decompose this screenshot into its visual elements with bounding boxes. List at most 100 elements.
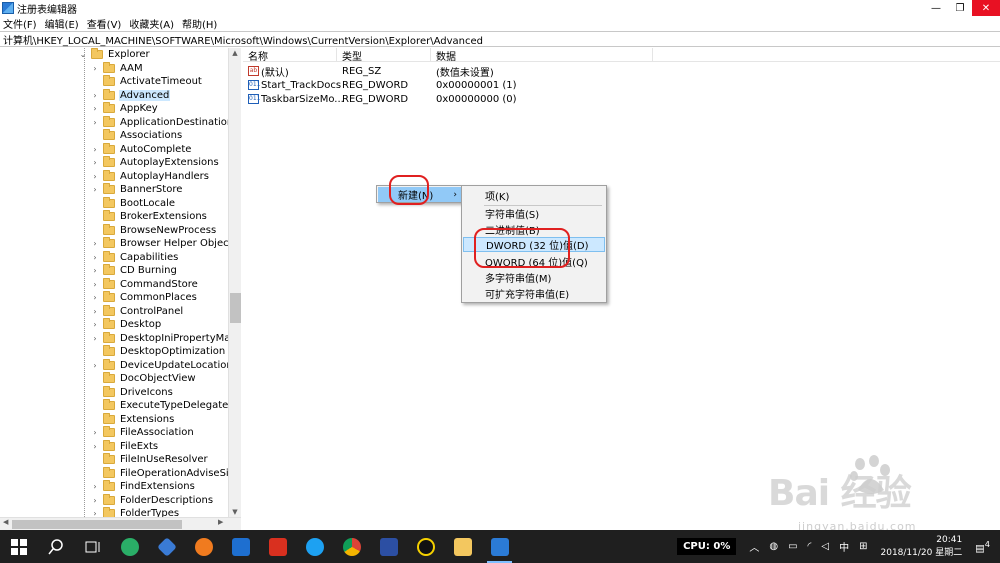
menu-item-key[interactable]: 项(K): [463, 188, 605, 203]
scroll-left-icon[interactable]: ◀: [3, 518, 8, 526]
taskbar-app-red[interactable]: [259, 530, 296, 563]
column-name[interactable]: 名称: [243, 48, 337, 63]
notification-icon[interactable]: ▤4: [975, 539, 990, 554]
menu-item-multi-string-value[interactable]: 多字符串值(M): [463, 270, 605, 285]
chevron-right-icon[interactable]: ›: [90, 239, 100, 248]
menu-file[interactable]: 文件(F): [3, 16, 37, 31]
taskbar-app-game[interactable]: [370, 530, 407, 563]
scrollbar-thumb[interactable]: [12, 520, 182, 529]
taskbar-app-wechat[interactable]: [111, 530, 148, 563]
chevron-right-icon[interactable]: ›: [90, 428, 100, 437]
tree-horizontal-scrollbar[interactable]: ◀ ▶: [0, 517, 241, 530]
value-row[interactable]: 011 TaskbarSizeMo... REG_DWORD 0x0000000…: [243, 92, 517, 106]
menu-favorites[interactable]: 收藏夹(A): [129, 16, 174, 31]
chevron-right-icon[interactable]: ›: [90, 334, 100, 343]
chevron-right-icon[interactable]: ›: [90, 118, 100, 127]
chevron-right-icon[interactable]: ›: [90, 509, 100, 517]
tree-item[interactable]: › Advanced: [90, 88, 240, 103]
tree-item[interactable]: › DesktopIniPropertyMap: [90, 331, 240, 346]
taskbar-app-chrome[interactable]: [333, 530, 370, 563]
chevron-right-icon[interactable]: ›: [90, 442, 100, 451]
taskbar-app-qq[interactable]: [407, 530, 444, 563]
value-row[interactable]: 011 Start_TrackDocs REG_DWORD 0x00000001…: [243, 78, 517, 92]
chevron-right-icon[interactable]: ›: [90, 496, 100, 505]
ime-indicator[interactable]: 中: [839, 539, 849, 554]
chevron-right-icon[interactable]: ›: [90, 320, 100, 329]
tree-item[interactable]: FileOperationAdviseSink: [90, 466, 240, 481]
chevron-right-icon[interactable]: ›: [90, 185, 100, 194]
chevron-right-icon[interactable]: ›: [90, 482, 100, 491]
tree-item[interactable]: › DeviceUpdateLocations: [90, 358, 240, 373]
taskbar-app-orange[interactable]: [185, 530, 222, 563]
chevron-right-icon[interactable]: ›: [90, 104, 100, 113]
tree-vertical-scrollbar[interactable]: ▲ ▼: [228, 48, 241, 517]
battery-icon[interactable]: ▭: [788, 541, 797, 552]
tree-item[interactable]: BootLocale: [90, 196, 240, 211]
scroll-right-icon[interactable]: ▶: [218, 518, 223, 526]
tree-item[interactable]: › ControlPanel: [90, 304, 240, 319]
scroll-up-icon[interactable]: ▲: [229, 49, 241, 57]
menu-view[interactable]: 查看(V): [87, 16, 122, 31]
chevron-right-icon[interactable]: ›: [90, 158, 100, 167]
chevron-right-icon[interactable]: ›: [90, 64, 100, 73]
tree-item[interactable]: › Browser Helper Objects: [90, 237, 240, 251]
close-button[interactable]: ✕: [972, 0, 1000, 16]
tree-item-explorer[interactable]: ⌄ Explorer: [78, 48, 240, 62]
chevron-right-icon[interactable]: ›: [90, 280, 100, 289]
tree-item[interactable]: › AppKey: [90, 102, 240, 116]
tree-item[interactable]: › AAM: [90, 61, 240, 76]
tree-item[interactable]: › FileExts: [90, 439, 240, 454]
tree-item[interactable]: › FolderTypes: [90, 507, 240, 517]
taskbar-app-blue[interactable]: [222, 530, 259, 563]
chevron-right-icon[interactable]: ›: [90, 293, 100, 302]
value-row[interactable]: ab (默认) REG_SZ (数值未设置): [243, 64, 494, 79]
chevron-up-icon[interactable]: ︿: [749, 539, 759, 554]
tree-item[interactable]: › FindExtensions: [90, 480, 240, 494]
taskbar-app-explorer[interactable]: [444, 530, 481, 563]
chevron-right-icon[interactable]: ›: [90, 307, 100, 316]
chevron-right-icon[interactable]: ›: [90, 253, 100, 262]
task-view-button[interactable]: [74, 530, 111, 563]
tray-app-icon[interactable]: ◍: [769, 541, 778, 552]
clock[interactable]: 20:41 2018/11/20 星期二: [881, 534, 963, 560]
maximize-button[interactable]: ❐: [948, 0, 972, 16]
tree-item[interactable]: ExecuteTypeDelegates: [90, 399, 240, 413]
scrollbar-thumb[interactable]: [230, 293, 241, 323]
chevron-right-icon[interactable]: ›: [90, 266, 100, 275]
search-button[interactable]: [37, 530, 74, 563]
tree-item[interactable]: Associations: [90, 129, 240, 143]
tree-item[interactable]: › AutoplayHandlers: [90, 169, 240, 184]
tree-item[interactable]: › Capabilities: [90, 250, 240, 265]
tree-item[interactable]: › ApplicationDestinations: [90, 115, 240, 130]
tree-item[interactable]: DriveIcons: [90, 385, 240, 400]
values-list[interactable]: 名称 类型 数据 ab (默认) REG_SZ (数值未设置) 011 Star…: [243, 48, 1000, 517]
taskbar-app-regedit[interactable]: [481, 530, 518, 563]
menu-edit[interactable]: 编辑(E): [45, 16, 79, 31]
tree-item[interactable]: › CommandStore: [90, 277, 240, 292]
start-button[interactable]: [0, 530, 37, 563]
tree-item[interactable]: DesktopOptimization: [90, 345, 240, 359]
tree-item[interactable]: › CommonPlaces: [90, 291, 240, 305]
tree-item[interactable]: › AutoComplete: [90, 142, 240, 157]
tree-item[interactable]: › CD Burning: [90, 264, 240, 278]
column-data[interactable]: 数据: [431, 48, 653, 63]
key-tree[interactable]: ⌄ Explorer › AAM ActivateTimeout › Advanced ›…: [0, 48, 241, 517]
taskbar-app-feishu[interactable]: [148, 530, 185, 563]
tree-item[interactable]: › BannerStore: [90, 183, 240, 197]
chevron-right-icon[interactable]: ›: [90, 91, 100, 100]
taskbar-app-ie[interactable]: [296, 530, 333, 563]
wifi-icon[interactable]: ◜: [808, 541, 812, 552]
tree-item[interactable]: › AutoplayExtensions: [90, 156, 240, 170]
volume-icon[interactable]: ◁: [821, 541, 829, 552]
tree-item[interactable]: › FolderDescriptions: [90, 493, 240, 508]
tree-item[interactable]: FileInUseResolver: [90, 453, 240, 467]
chevron-right-icon[interactable]: ›: [90, 361, 100, 370]
tree-item[interactable]: › Desktop: [90, 318, 240, 332]
cpu-meter[interactable]: CPU: 0%: [677, 538, 737, 555]
tree-item[interactable]: Extensions: [90, 412, 240, 427]
tree-item[interactable]: ActivateTimeout: [90, 75, 240, 89]
chevron-right-icon[interactable]: ›: [90, 145, 100, 154]
menu-help[interactable]: 帮助(H): [182, 16, 217, 31]
chevron-down-icon[interactable]: ⌄: [78, 50, 88, 59]
scroll-down-icon[interactable]: ▼: [229, 508, 241, 516]
